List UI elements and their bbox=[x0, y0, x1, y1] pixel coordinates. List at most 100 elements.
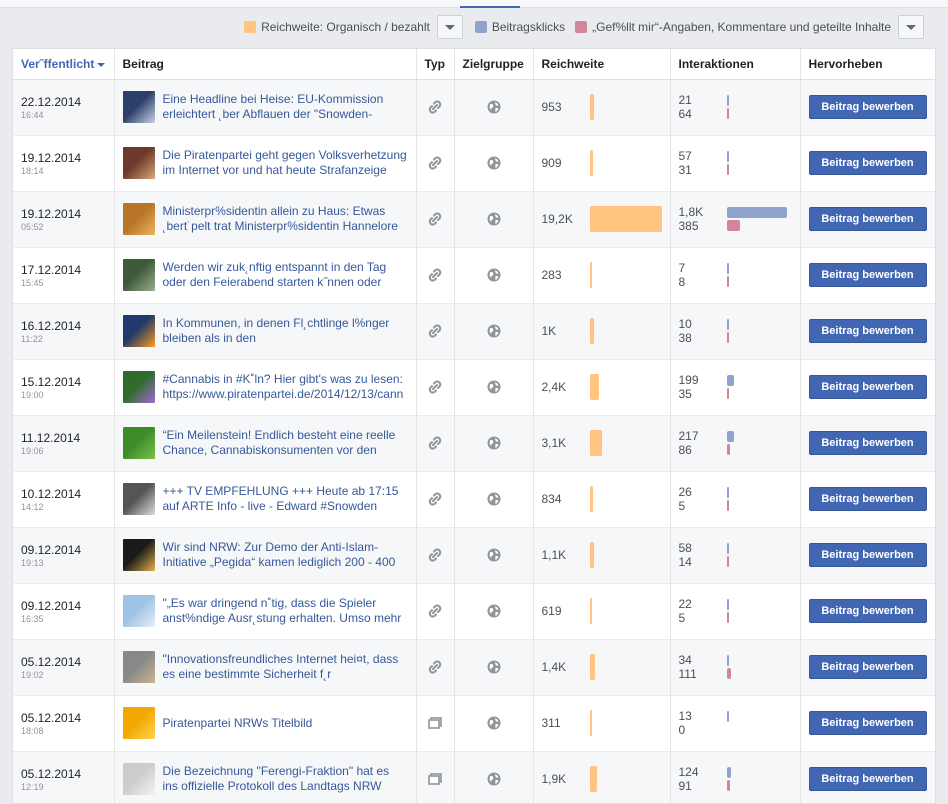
boost-post-button[interactable]: Beitrag bewerben bbox=[808, 207, 927, 231]
post-link[interactable]: Werden wir zuk˛nftig entspannt in den Ta… bbox=[163, 260, 408, 290]
boost-post-button[interactable]: Beitrag bewerben bbox=[808, 711, 927, 735]
legend-bar: Reichweite: Organisch / bezahlt Beitrags… bbox=[0, 8, 948, 46]
interactions-cell: 21 64 bbox=[670, 79, 801, 136]
reach-value: 834 bbox=[541, 492, 562, 506]
published-cell: 22.12.2014 16:44 bbox=[13, 79, 115, 136]
table-row[interactable]: 10.12.2014 14:12 +++ TV EMPFEHLUNG +++ H… bbox=[13, 471, 935, 528]
table-row[interactable]: 05.12.2014 19:02 "Innovationsfreundliche… bbox=[13, 639, 935, 696]
column-audience[interactable]: Zielgruppe bbox=[454, 49, 534, 80]
boost-post-button[interactable]: Beitrag bewerben bbox=[808, 375, 927, 399]
post-thumbnail[interactable] bbox=[122, 91, 155, 123]
clicks-swatch bbox=[474, 21, 487, 33]
reach-cell: 619 bbox=[533, 583, 671, 640]
post-thumbnail[interactable] bbox=[122, 203, 155, 235]
post-link[interactable]: Die Piratenpartei geht gegen Volksverhet… bbox=[163, 148, 408, 178]
boost-post-button[interactable]: Beitrag bewerben bbox=[808, 319, 927, 343]
column-post-label: Beitrag bbox=[122, 56, 164, 71]
reach-metric-dropdown[interactable] bbox=[436, 15, 463, 39]
clicks-value: 13 bbox=[678, 709, 692, 723]
published-cell: 11.12.2014 19:06 bbox=[13, 415, 115, 472]
post-link[interactable]: Ministerpr%sidentin allein zu Haus: Etwa… bbox=[163, 204, 408, 234]
post-time: 12:19 bbox=[21, 781, 44, 792]
table-row[interactable]: 05.12.2014 12:19 Die Bezeichnung "Fereng… bbox=[13, 751, 935, 803]
reach-value: 1,9K bbox=[541, 772, 567, 786]
post-link[interactable]: +++ TV EMPFEHLUNG +++ Heute ab 17:15 auf… bbox=[163, 484, 408, 514]
boost-post-button[interactable]: Beitrag bewerben bbox=[808, 543, 927, 567]
posts-table-container: Ver˝ffentlicht Beitrag Typ Zielgruppe Re… bbox=[12, 48, 936, 804]
post-thumbnail[interactable] bbox=[122, 315, 155, 347]
globe-icon bbox=[487, 212, 500, 226]
published-cell: 16.12.2014 11:22 bbox=[13, 303, 115, 360]
post-link[interactable]: “Ein Meilenstein! Endlich besteht eine r… bbox=[163, 428, 408, 458]
boost-post-button[interactable]: Beitrag bewerben bbox=[808, 767, 927, 791]
post-link[interactable]: In Kommunen, in denen Fl˛chtlinge l%nger… bbox=[163, 316, 408, 346]
reach-bar bbox=[589, 318, 594, 344]
post-thumbnail[interactable] bbox=[122, 539, 155, 571]
column-interactions[interactable]: Interaktionen bbox=[670, 49, 801, 80]
globe-icon bbox=[487, 716, 500, 730]
interactions-cell: 124 91 bbox=[670, 751, 801, 803]
link-icon bbox=[428, 660, 442, 674]
post-link[interactable]: #Cannabis in #K˚ln? Hier gibt's was zu l… bbox=[163, 372, 408, 402]
clicks-bar bbox=[726, 543, 729, 554]
table-row[interactable]: 17.12.2014 15:45 Werden wir zuk˛nftig en… bbox=[13, 247, 935, 304]
post-link[interactable]: Eine Headline bei Heise: EU-Kommission e… bbox=[163, 92, 408, 122]
chevron-down-icon bbox=[906, 24, 916, 30]
likes-bar bbox=[726, 332, 729, 343]
post-link[interactable]: Die Bezeichnung "Ferengi-Fraktion" hat e… bbox=[163, 764, 408, 794]
column-reach-label: Reichweite bbox=[541, 56, 605, 71]
table-row[interactable]: 09.12.2014 16:35 "„Es war dringend n˚tig… bbox=[13, 583, 935, 640]
table-row[interactable]: 15.12.2014 19:00 #Cannabis in #K˚ln? Hie… bbox=[13, 359, 935, 416]
post-link[interactable]: "Innovationsfreundliches Internet hei¤t,… bbox=[163, 652, 408, 682]
post-link[interactable]: Wir sind NRW: Zur Demo der Anti-Islam-In… bbox=[163, 540, 408, 570]
post-link[interactable]: "„Es war dringend n˚tig, dass die Spiele… bbox=[163, 596, 408, 626]
column-post[interactable]: Beitrag bbox=[114, 49, 417, 80]
reach-value: 619 bbox=[541, 604, 562, 618]
boost-post-button[interactable]: Beitrag bewerben bbox=[808, 599, 927, 623]
column-published[interactable]: Ver˝ffentlicht bbox=[13, 49, 115, 80]
post-thumbnail[interactable] bbox=[122, 595, 155, 627]
post-thumbnail[interactable] bbox=[122, 427, 155, 459]
likes-value: 111 bbox=[678, 667, 697, 681]
post-time: 15:45 bbox=[21, 277, 44, 288]
post-date: 10.12.2014 bbox=[21, 486, 82, 501]
table-row[interactable]: 16.12.2014 11:22 In Kommunen, in denen F… bbox=[13, 303, 935, 360]
post-thumbnail[interactable] bbox=[122, 371, 155, 403]
interaction-metric-dropdown[interactable] bbox=[898, 15, 924, 39]
post-date: 22.12.2014 bbox=[21, 94, 82, 109]
table-row[interactable]: 05.12.2014 18:08 Piratenpartei NRWs Tite… bbox=[13, 695, 935, 752]
likes-value: 31 bbox=[678, 163, 692, 177]
type-cell bbox=[416, 415, 455, 472]
likes-bar bbox=[726, 164, 729, 175]
boost-post-button[interactable]: Beitrag bewerben bbox=[808, 655, 927, 679]
post-thumbnail[interactable] bbox=[122, 259, 155, 291]
post-thumbnail[interactable] bbox=[122, 651, 155, 683]
interactions-cell: 26 5 bbox=[670, 471, 801, 528]
post-link[interactable]: Piratenpartei NRWs Titelbild bbox=[163, 716, 313, 731]
boost-post-button[interactable]: Beitrag bewerben bbox=[808, 263, 927, 287]
table-row[interactable]: 19.12.2014 18:14 Die Piratenpartei geht … bbox=[13, 135, 935, 192]
table-row[interactable]: 09.12.2014 19:13 Wir sind NRW: Zur Demo … bbox=[13, 527, 935, 584]
legend-reach-label: Reichweite: Organisch / bezahlt bbox=[261, 20, 430, 34]
post-thumbnail[interactable] bbox=[122, 763, 155, 795]
post-date: 19.12.2014 bbox=[21, 206, 82, 221]
column-type[interactable]: Typ bbox=[416, 49, 455, 80]
post-thumbnail[interactable] bbox=[122, 483, 155, 515]
column-reach[interactable]: Reichweite bbox=[533, 49, 671, 80]
boost-post-button[interactable]: Beitrag bewerben bbox=[808, 431, 927, 455]
interactions-cell: 34 111 bbox=[670, 639, 801, 696]
boost-post-button[interactable]: Beitrag bewerben bbox=[808, 95, 927, 119]
table-row[interactable]: 19.12.2014 05:52 Ministerpr%sidentin all… bbox=[13, 191, 935, 248]
boost-post-button[interactable]: Beitrag bewerben bbox=[808, 487, 927, 511]
legend-clicks-label: Beitragsklicks bbox=[491, 20, 566, 34]
type-cell bbox=[416, 247, 455, 304]
table-row[interactable]: 22.12.2014 16:44 Eine Headline bei Heise… bbox=[13, 79, 935, 136]
clicks-bar bbox=[726, 95, 729, 106]
post-thumbnail[interactable] bbox=[122, 707, 155, 739]
post-time: 11:22 bbox=[21, 333, 43, 344]
post-date: 16.12.2014 bbox=[21, 318, 82, 333]
boost-post-button[interactable]: Beitrag bewerben bbox=[808, 151, 927, 175]
table-row[interactable]: 11.12.2014 19:06 “Ein Meilenstein! Endli… bbox=[13, 415, 935, 472]
post-thumbnail[interactable] bbox=[122, 147, 155, 179]
boost-cell: Beitrag bewerben bbox=[800, 695, 935, 752]
